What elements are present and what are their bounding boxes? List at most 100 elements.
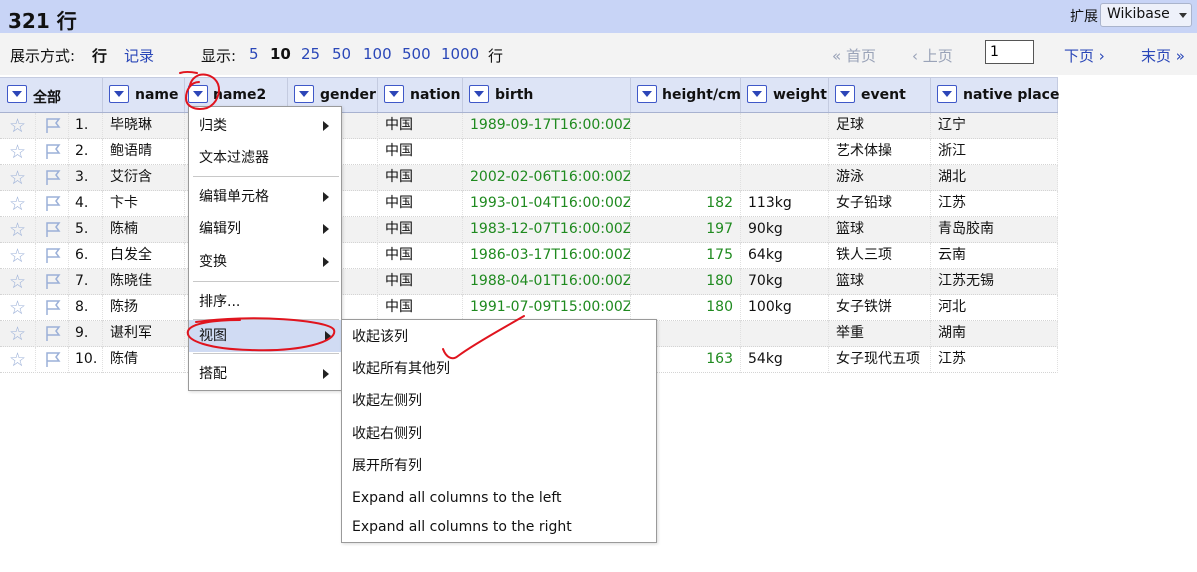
page-size-500[interactable]: 500 <box>402 45 431 63</box>
star-icon[interactable]: ☆ <box>9 272 29 292</box>
dropdown-icon[interactable] <box>835 85 855 103</box>
page-size-10[interactable]: 10 <box>270 45 291 63</box>
page-size-100[interactable]: 100 <box>363 45 392 63</box>
cell-native-place: 江苏 <box>931 347 1058 373</box>
cell-native-place: 浙江 <box>931 139 1058 165</box>
menu-item-expand-right[interactable]: Expand all columns to the right <box>342 511 656 543</box>
dropdown-icon[interactable] <box>469 85 489 103</box>
flag-icon[interactable] <box>44 195 62 213</box>
page-size-50[interactable]: 50 <box>332 45 351 63</box>
column-header-birth[interactable]: birth <box>463 78 631 112</box>
menu-item-sort[interactable]: 排序... <box>189 286 341 318</box>
dropdown-icon[interactable] <box>294 85 314 103</box>
cell-name: 鲍语晴 <box>103 139 185 165</box>
flag-icon[interactable] <box>44 117 62 135</box>
display-label: 显示: <box>201 47 237 65</box>
menu-item-expand-left[interactable]: Expand all columns to the left <box>342 482 656 514</box>
flag-icon[interactable] <box>44 169 62 187</box>
column-header-name[interactable]: name <box>103 78 185 112</box>
flag-icon[interactable] <box>44 143 62 161</box>
menu-separator <box>193 176 339 177</box>
cell-birth: 2002-02-06T16:00:00Z <box>463 165 631 191</box>
dropdown-icon[interactable] <box>747 85 767 103</box>
menu-item-collapse-left-columns[interactable]: 收起左侧列 <box>342 385 656 417</box>
menu-item-collapse-this-column[interactable]: 收起该列 <box>342 321 656 353</box>
table-row: ☆ 6. 白发全 中国 1986-03-17T16:00:00Z 175 64kg 铁人三项云… <box>0 243 1058 269</box>
cell-event: 篮球 <box>829 217 931 243</box>
star-icon[interactable]: ☆ <box>9 116 29 136</box>
column-header-all[interactable]: 全部 <box>0 78 103 112</box>
dropdown-icon[interactable] <box>937 85 957 103</box>
menu-item-transform[interactable]: 变换 <box>189 246 341 278</box>
menu-item-text-filter[interactable]: 文本过滤器 <box>189 142 341 174</box>
column-header-weight[interactable]: weight <box>741 78 829 112</box>
cell-native-place: 河北 <box>931 295 1058 321</box>
star-icon[interactable]: ☆ <box>9 142 29 162</box>
flag-icon[interactable] <box>44 247 62 265</box>
row-number: 3. <box>68 165 103 191</box>
menu-item-facet[interactable]: 归类 <box>189 110 341 142</box>
menu-item-reconcile[interactable]: 搭配 <box>189 358 341 390</box>
wikibase-menu-button[interactable]: Wikibase <box>1100 3 1192 27</box>
star-icon[interactable]: ☆ <box>9 324 29 344</box>
cell-native-place: 湖南 <box>931 321 1058 347</box>
flag-icon[interactable] <box>44 299 62 317</box>
flag-icon[interactable] <box>44 273 62 291</box>
prev-page-button[interactable]: ‹ 上页 <box>912 45 953 66</box>
star-icon[interactable]: ☆ <box>9 350 29 370</box>
menu-item-view[interactable]: 视图 <box>189 320 341 352</box>
row-number: 9. <box>68 321 103 347</box>
menu-item-edit-column[interactable]: 编辑列 <box>189 213 341 245</box>
cell-name: 谌利军 <box>103 321 185 347</box>
menu-item-expand-all-columns[interactable]: 展开所有列 <box>342 450 656 482</box>
page-size-5[interactable]: 5 <box>249 45 259 63</box>
cell-height: 180 <box>631 295 741 321</box>
mode-rows[interactable]: 行 <box>92 45 107 66</box>
next-page-button[interactable]: 下页 › <box>1064 45 1105 66</box>
cell-name: 毕晓琳 <box>103 113 185 139</box>
row-count-title: 321 行 <box>8 9 77 33</box>
cell-height <box>631 113 741 139</box>
cell-divider <box>35 321 36 347</box>
star-icon[interactable]: ☆ <box>9 298 29 318</box>
star-icon[interactable]: ☆ <box>9 246 29 266</box>
menu-item-edit-cells[interactable]: 编辑单元格 <box>189 181 341 213</box>
column-header-nation[interactable]: nation <box>378 78 463 112</box>
cell-weight <box>741 139 829 165</box>
dropdown-icon[interactable] <box>109 85 129 103</box>
cell-divider <box>35 243 36 269</box>
cell-event: 女子铅球 <box>829 191 931 217</box>
flag-icon[interactable] <box>44 221 62 239</box>
column-header-native-place[interactable]: native place <box>931 78 1059 112</box>
cell-event: 足球 <box>829 113 931 139</box>
cell-weight: 64kg <box>741 243 829 269</box>
star-icon[interactable]: ☆ <box>9 194 29 214</box>
dropdown-icon[interactable] <box>637 85 657 103</box>
table-row: ☆ 1. 毕晓琳 中国 1989-09-17T16:00:00Z 足球 辽宁 <box>0 113 1058 139</box>
row-number: 4. <box>68 191 103 217</box>
star-icon[interactable]: ☆ <box>9 220 29 240</box>
column-header-event[interactable]: event <box>829 78 931 112</box>
cell-name: 陈晓佳 <box>103 269 185 295</box>
page-size-25[interactable]: 25 <box>301 45 320 63</box>
cell-weight <box>741 321 829 347</box>
page-size-1000[interactable]: 1000 <box>441 45 479 63</box>
last-page-button[interactable]: 末页 » <box>1141 45 1185 66</box>
menu-item-collapse-right-columns[interactable]: 收起右侧列 <box>342 418 656 450</box>
flag-icon[interactable] <box>44 325 62 343</box>
dropdown-icon[interactable] <box>7 85 27 103</box>
cell-weight: 100kg <box>741 295 829 321</box>
cell-event: 铁人三项 <box>829 243 931 269</box>
first-page-button[interactable]: « 首页 <box>832 45 876 66</box>
cell-nation: 中国 <box>378 165 463 191</box>
dropdown-icon[interactable] <box>188 85 208 103</box>
star-icon[interactable]: ☆ <box>9 168 29 188</box>
flag-icon[interactable] <box>44 351 62 369</box>
menu-item-collapse-other-columns[interactable]: 收起所有其他列 <box>342 353 656 385</box>
cell-weight: 113kg <box>741 191 829 217</box>
page-number-input[interactable] <box>985 40 1034 64</box>
table-row: ☆ 2. 鲍语晴 中国 艺术体操 浙江 <box>0 139 1058 165</box>
dropdown-icon[interactable] <box>384 85 404 103</box>
mode-records-link[interactable]: 记录 <box>124 45 154 66</box>
column-header-height[interactable]: height/cm <box>631 78 741 112</box>
